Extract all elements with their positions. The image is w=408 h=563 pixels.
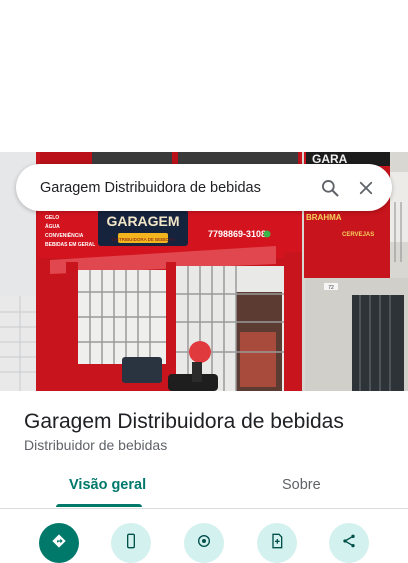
directions-button[interactable]: [39, 523, 79, 563]
share-button[interactable]: [329, 523, 369, 563]
right-sign-small: CERVEJAS: [342, 232, 374, 238]
map-blank-area: [0, 0, 408, 152]
save-icon: [272, 533, 283, 549]
action-bar: [0, 520, 408, 563]
close-icon[interactable]: [348, 170, 384, 206]
location-icon: [198, 535, 210, 547]
sign-list-item: CONVENIÊNCIA: [45, 231, 84, 239]
directions-icon: [52, 534, 66, 548]
sign-list-item: GELO: [45, 215, 59, 221]
right-sign-side: BRAHMA: [306, 213, 342, 222]
search-bar[interactable]: Garagem Distribuidora de bebidas: [16, 164, 392, 211]
search-input[interactable]: Garagem Distribuidora de bebidas: [40, 180, 312, 196]
sign-list-item: BEBIDAS EM GERAL: [45, 242, 95, 248]
sign-name: GARAGEM: [106, 213, 179, 229]
tab-bar: Visão geral Sobre: [0, 466, 408, 509]
share-icon: [343, 534, 355, 548]
sign-list-item: ÁGUA: [45, 223, 60, 230]
place-category: Distribuidor de bebidas: [24, 437, 168, 453]
search-icon[interactable]: [312, 170, 348, 206]
tab-overview[interactable]: Visão geral: [69, 477, 146, 493]
tab-about[interactable]: Sobre: [282, 477, 321, 493]
save-button[interactable]: [257, 523, 297, 563]
sign-phone: 7798869-3108: [208, 229, 266, 239]
location-button[interactable]: [184, 523, 224, 563]
house-number: 72: [328, 285, 334, 291]
place-title: Garagem Distribuidora de bebidas: [24, 410, 344, 433]
active-tab-indicator: [56, 504, 142, 507]
sign-subtitle: DISTRIBUIDORA DE BEBIDAS: [111, 237, 174, 242]
phone-icon: [127, 533, 135, 549]
call-button[interactable]: [111, 523, 151, 563]
